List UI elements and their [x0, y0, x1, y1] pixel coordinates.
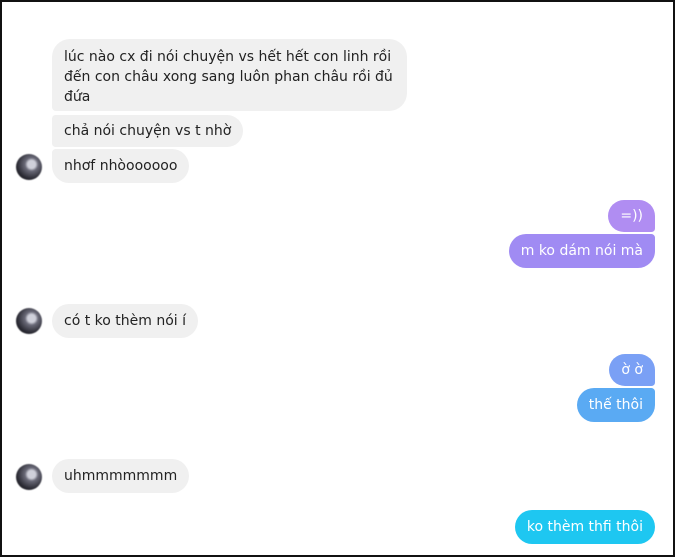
message-text: nhơf nhòoooooo	[64, 158, 178, 174]
message-line: đến con châu xong sang luôn phan châu rồ…	[64, 69, 393, 85]
contact-avatar-icon[interactable]	[16, 154, 42, 180]
outgoing-message[interactable]: ko thèm thfi thôi	[514, 510, 655, 544]
message-text: chả nói chuyện vs t nhờ	[64, 123, 232, 139]
message-line: lúc nào cx đi nói chuyện vs hết hết con …	[64, 49, 392, 65]
outgoing-message[interactable]: m ko dám nói mà	[508, 234, 655, 268]
outgoing-message[interactable]: ờ ờ	[609, 354, 655, 386]
chat-window: lúc nào cx đi nói chuyện vs hết hết con …	[0, 0, 675, 557]
incoming-message[interactable]: có t ko thèm nói í	[52, 304, 199, 338]
contact-avatar-icon[interactable]	[16, 308, 42, 334]
message-text: ko thèm thfi thôi	[526, 519, 643, 535]
message-text: thế thôi	[588, 397, 643, 413]
message-text: m ko dám nói mà	[520, 243, 643, 259]
outgoing-message[interactable]: thế thôi	[576, 388, 655, 422]
incoming-message[interactable]: nhơf nhòoooooo	[52, 149, 190, 183]
message-text: =))	[620, 208, 643, 224]
incoming-message[interactable]: chả nói chuyện vs t nhờ	[52, 115, 244, 147]
incoming-message[interactable]: uhmmmmmmm	[52, 459, 190, 493]
message-text: uhmmmmmmm	[64, 468, 178, 484]
message-text: có t ko thèm nói í	[64, 313, 187, 329]
contact-avatar-icon[interactable]	[16, 464, 42, 490]
message-line: đứa	[64, 89, 91, 105]
message-text: ờ ờ	[621, 362, 643, 378]
incoming-message[interactable]: lúc nào cx đi nói chuyện vs hết hết con …	[52, 39, 407, 111]
outgoing-message[interactable]: =))	[608, 200, 655, 232]
